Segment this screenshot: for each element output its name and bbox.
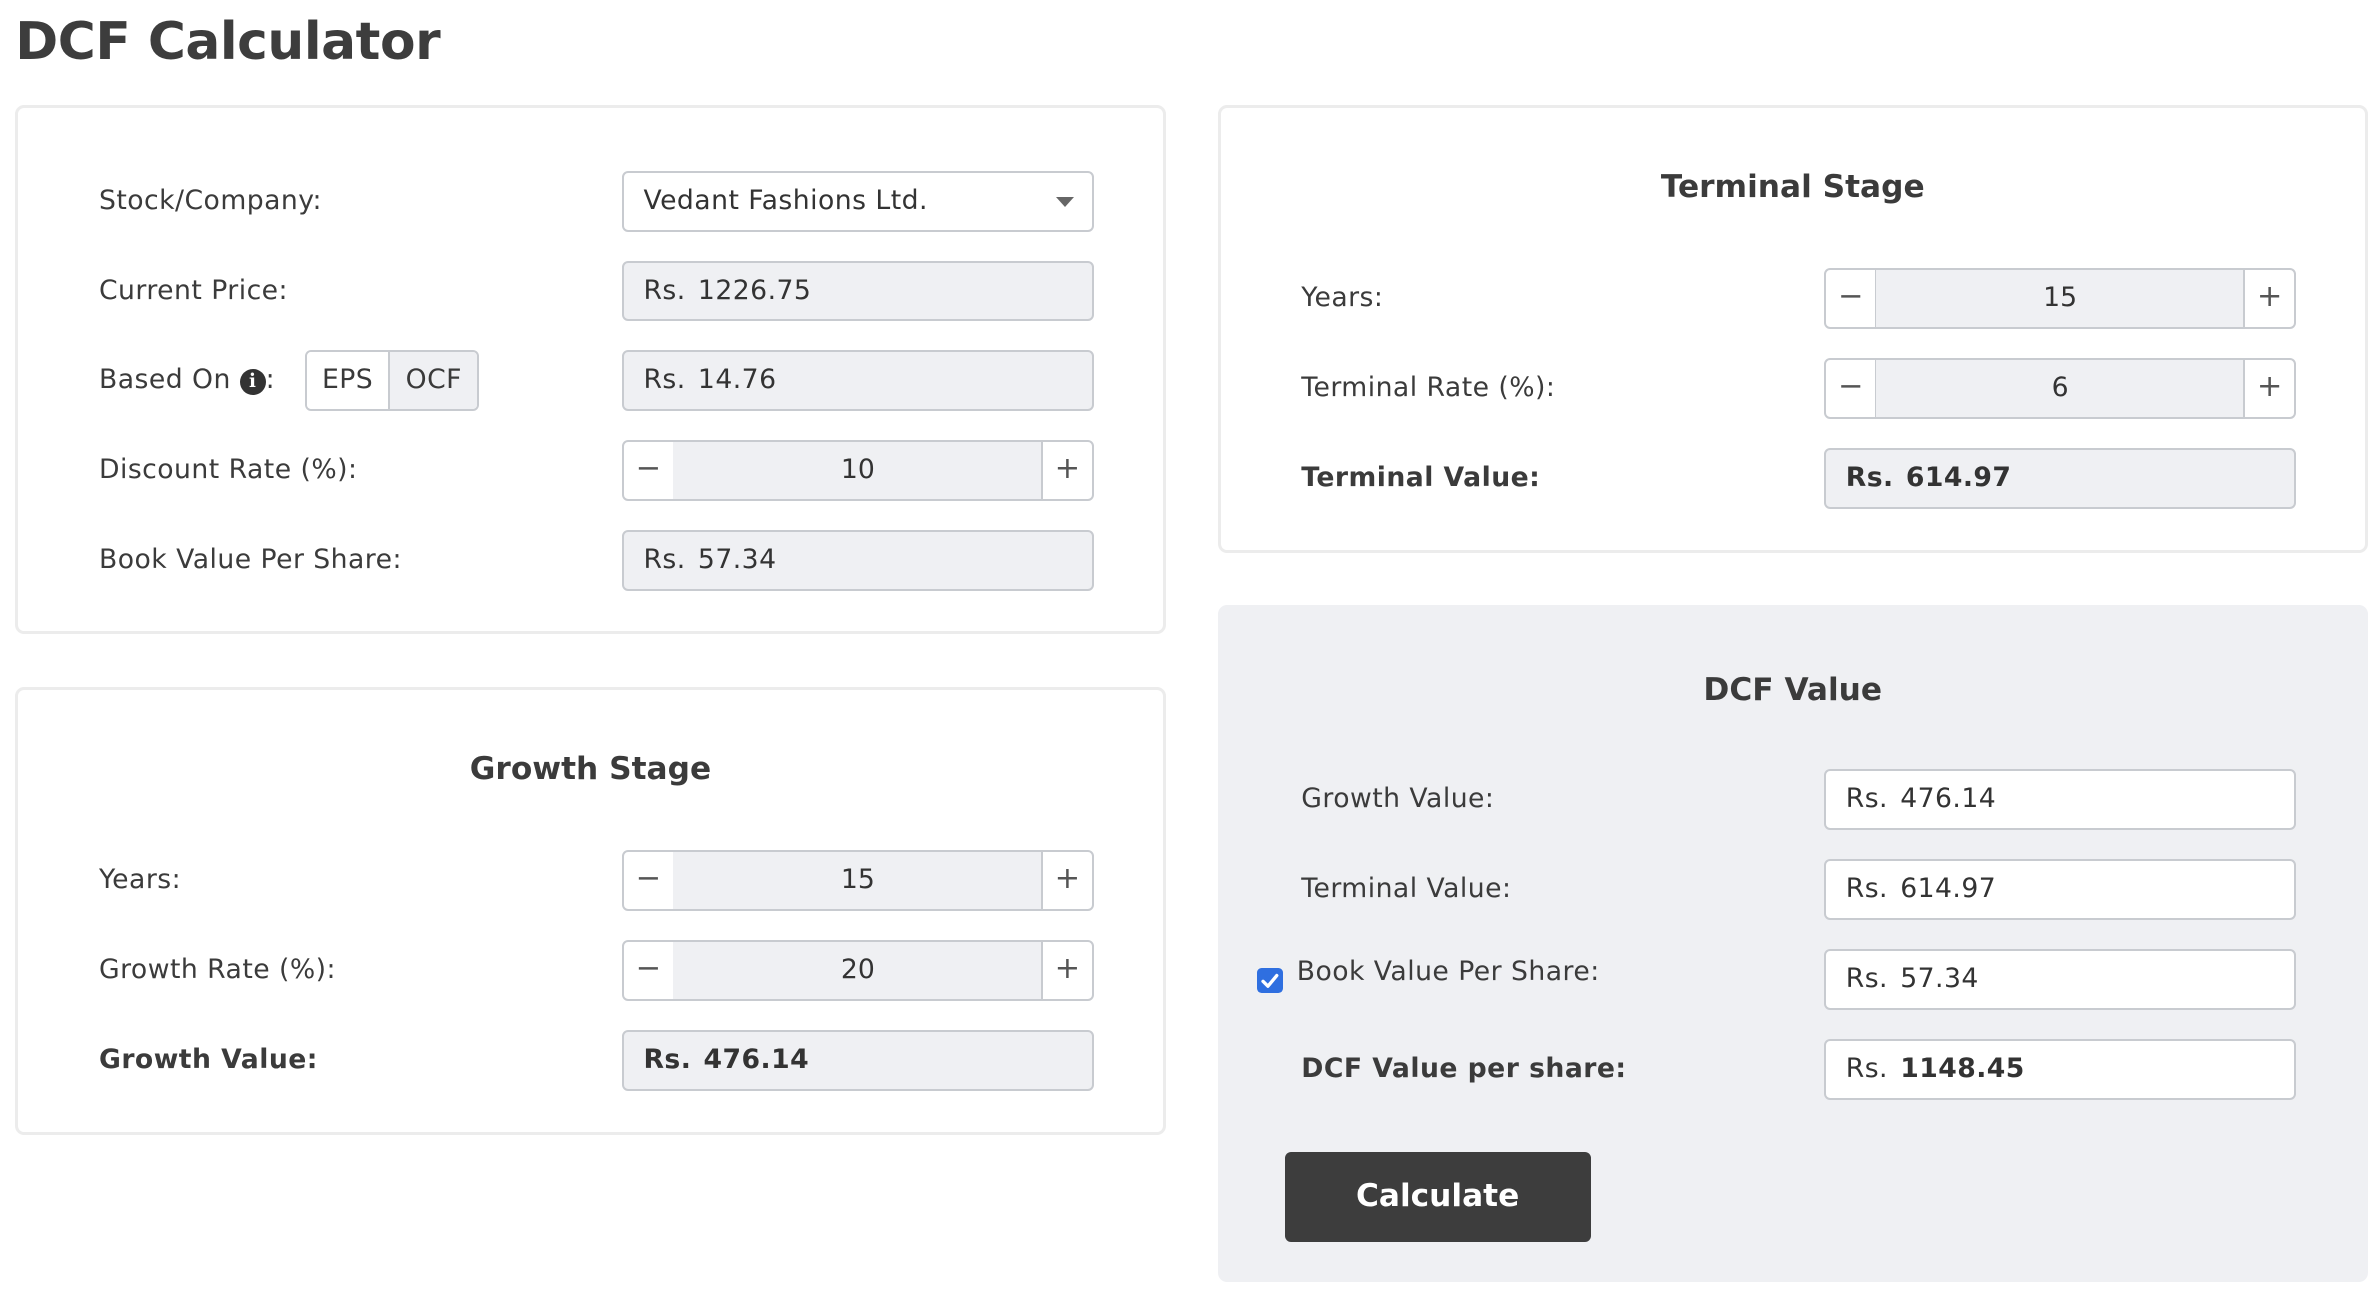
- growth-value-row: Growth Value: Rs. 476.14: [18, 1030, 1162, 1091]
- based-on-value-field: Rs. 14.76: [621, 350, 1095, 412]
- checkbox-checked-icon: [1261, 973, 1279, 988]
- growth-years-increment-button[interactable]: +: [1040, 850, 1095, 912]
- stock-row: Stock/Company: Vedant Fashions Ltd.: [18, 170, 1162, 232]
- terminal-years-stepper: − 15 +: [1823, 268, 2297, 330]
- growth-value-label: Growth Value:: [98, 1044, 318, 1076]
- price-row: Current Price: Rs. 1226.75: [18, 260, 1162, 322]
- info-circle-icon[interactable]: i: [239, 368, 266, 395]
- caret-down-icon: [1055, 196, 1074, 207]
- terminal-rate-input[interactable]: 6: [1875, 358, 2245, 419]
- based-on-label: Based On: [98, 364, 231, 396]
- terminal-years-label: Years:: [1301, 282, 1384, 314]
- calculate-button[interactable]: Calculate: [1284, 1151, 1591, 1242]
- based-on-toggle: EPS OCF: [304, 350, 480, 412]
- terminal-years-input[interactable]: 15: [1875, 268, 2245, 330]
- currency-prefix: Rs.: [1845, 461, 1894, 493]
- price-label: Current Price:: [98, 274, 288, 306]
- terminal-stage-card: Terminal Stage Years: − 15 + Terminal Ra…: [1217, 105, 2368, 554]
- eps-option[interactable]: EPS: [306, 352, 391, 409]
- dcf-bvps-value: 57.34: [1900, 963, 1979, 995]
- growth-stage-title: Growth Stage: [469, 751, 712, 788]
- dcf-growth-value: 476.14: [1900, 783, 1997, 815]
- growth-rate-label: Growth Rate (%):: [98, 954, 336, 986]
- currency-prefix: Rs.: [643, 544, 686, 576]
- bvps-label: Book Value Per Share:: [98, 544, 402, 576]
- terminal-rate-increment-button[interactable]: +: [2242, 358, 2297, 419]
- app-root: DCF Calculator Stock/Company: Vedant Fas…: [0, 0, 2376, 1294]
- dcf-value-title: DCF Value: [1703, 671, 1883, 708]
- growth-value-field: Rs. 476.14: [621, 1030, 1095, 1091]
- dcf-bvps-field: Rs. 57.34: [1823, 949, 2297, 1011]
- discount-rate-stepper: − 10 +: [621, 440, 1095, 502]
- stock-select-value: Vedant Fashions Ltd.: [643, 184, 928, 216]
- growth-rate-increment-button[interactable]: +: [1040, 940, 1095, 1002]
- terminal-rate-stepper: − 6 +: [1823, 358, 2297, 419]
- growth-rate-row: Growth Rate (%): − 20 +: [18, 940, 1162, 1002]
- discount-rate-input[interactable]: 10: [673, 440, 1043, 502]
- terminal-years-row: Years: − 15 +: [1221, 268, 2365, 330]
- dcf-per-share-row: DCF Value per share: Rs. 1148.45: [1221, 1039, 2365, 1101]
- dcf-per-share-field: Rs. 1148.45: [1823, 1039, 2297, 1101]
- dcf-per-share-value: 1148.45: [1900, 1053, 2025, 1085]
- terminal-rate-row: Terminal Rate (%): − 6 +: [1221, 358, 2365, 419]
- bvps-row: Book Value Per Share: Rs. 57.34: [18, 530, 1162, 592]
- currency-prefix: Rs.: [1845, 873, 1888, 905]
- terminal-rate-label: Terminal Rate (%):: [1301, 372, 1556, 404]
- dcf-terminal-field: Rs. 614.97: [1823, 859, 2297, 921]
- based-on-label-wrap: Based On i:: [99, 350, 275, 411]
- currency-prefix: Rs.: [643, 1044, 692, 1076]
- growth-rate-decrement-button[interactable]: −: [621, 940, 675, 1002]
- stock-select[interactable]: Vedant Fashions Ltd.: [621, 170, 1095, 232]
- currency-prefix: Rs.: [1845, 963, 1888, 995]
- stock-label: Stock/Company:: [98, 184, 322, 216]
- based-on-colon: :: [265, 364, 276, 396]
- dcf-bvps-row: Book Value Per Share: Rs. 57.34: [1221, 949, 2365, 1011]
- terminal-value-row: Terminal Value: Rs. 614.97: [1221, 447, 2365, 509]
- dcf-growth-row: Growth Value: Rs. 476.14: [1221, 769, 2365, 831]
- growth-years-label: Years:: [98, 864, 182, 896]
- growth-stage-card: Growth Stage Years: − 15 + Growth Rate (…: [15, 687, 1166, 1136]
- ocf-option[interactable]: OCF: [390, 352, 478, 409]
- dcf-terminal-row: Terminal Value: Rs. 614.97: [1221, 859, 2365, 921]
- based-on-row: Based On i: EPS OCF Rs. 14.76: [18, 350, 1162, 412]
- currency-prefix: Rs.: [643, 274, 686, 306]
- growth-years-row: Years: − 15 +: [18, 850, 1162, 912]
- growth-rate-input[interactable]: 20: [673, 940, 1043, 1002]
- currency-prefix: Rs.: [643, 364, 686, 396]
- growth-rate-stepper: − 20 +: [621, 940, 1095, 1002]
- terminal-years-increment-button[interactable]: +: [2242, 268, 2297, 330]
- discount-label: Discount Rate (%):: [98, 454, 358, 486]
- current-price-value: 1226.75: [697, 274, 812, 306]
- terminal-stage-title: Terminal Stage: [1660, 169, 1925, 206]
- growth-years-input[interactable]: 15: [673, 850, 1043, 912]
- dcf-growth-label: Growth Value:: [1301, 783, 1495, 815]
- terminal-value-field: Rs. 614.97: [1823, 447, 2297, 509]
- terminal-years-decrement-button[interactable]: −: [1823, 268, 1878, 330]
- growth-years-stepper: − 15 +: [621, 850, 1095, 912]
- dcf-value-card: DCF Value Growth Value: Rs. 476.14 Termin…: [1217, 604, 2368, 1282]
- dcf-per-share-label: DCF Value per share:: [1301, 1053, 1627, 1085]
- dcf-terminal-label: Terminal Value:: [1301, 873, 1512, 905]
- current-price-field: Rs. 1226.75: [621, 260, 1095, 322]
- dcf-growth-field: Rs. 476.14: [1823, 769, 2297, 831]
- based-on-value: 14.76: [697, 364, 777, 396]
- currency-prefix: Rs.: [1845, 1053, 1888, 1085]
- inputs-card: Stock/Company: Vedant Fashions Ltd. Curr…: [15, 105, 1166, 634]
- page-title: DCF Calculator: [15, 12, 441, 73]
- growth-value-amount: 476.14: [703, 1044, 810, 1076]
- currency-prefix: Rs.: [1845, 783, 1888, 815]
- bvps-checkbox[interactable]: [1257, 967, 1283, 994]
- growth-years-decrement-button[interactable]: −: [621, 850, 675, 912]
- discount-increment-button[interactable]: +: [1040, 440, 1095, 502]
- bvps-value: 57.34: [697, 544, 777, 576]
- terminal-value-label: Terminal Value:: [1301, 461, 1541, 493]
- dcf-terminal-value: 614.97: [1900, 873, 1997, 905]
- bvps-field: Rs. 57.34: [621, 530, 1095, 592]
- discount-decrement-button[interactable]: −: [621, 440, 675, 502]
- discount-row: Discount Rate (%): − 10 +: [18, 440, 1162, 502]
- terminal-value-amount: 614.97: [1905, 461, 2012, 493]
- dcf-bvps-label[interactable]: Book Value Per Share:: [1297, 942, 1600, 1003]
- terminal-rate-decrement-button[interactable]: −: [1823, 358, 1878, 419]
